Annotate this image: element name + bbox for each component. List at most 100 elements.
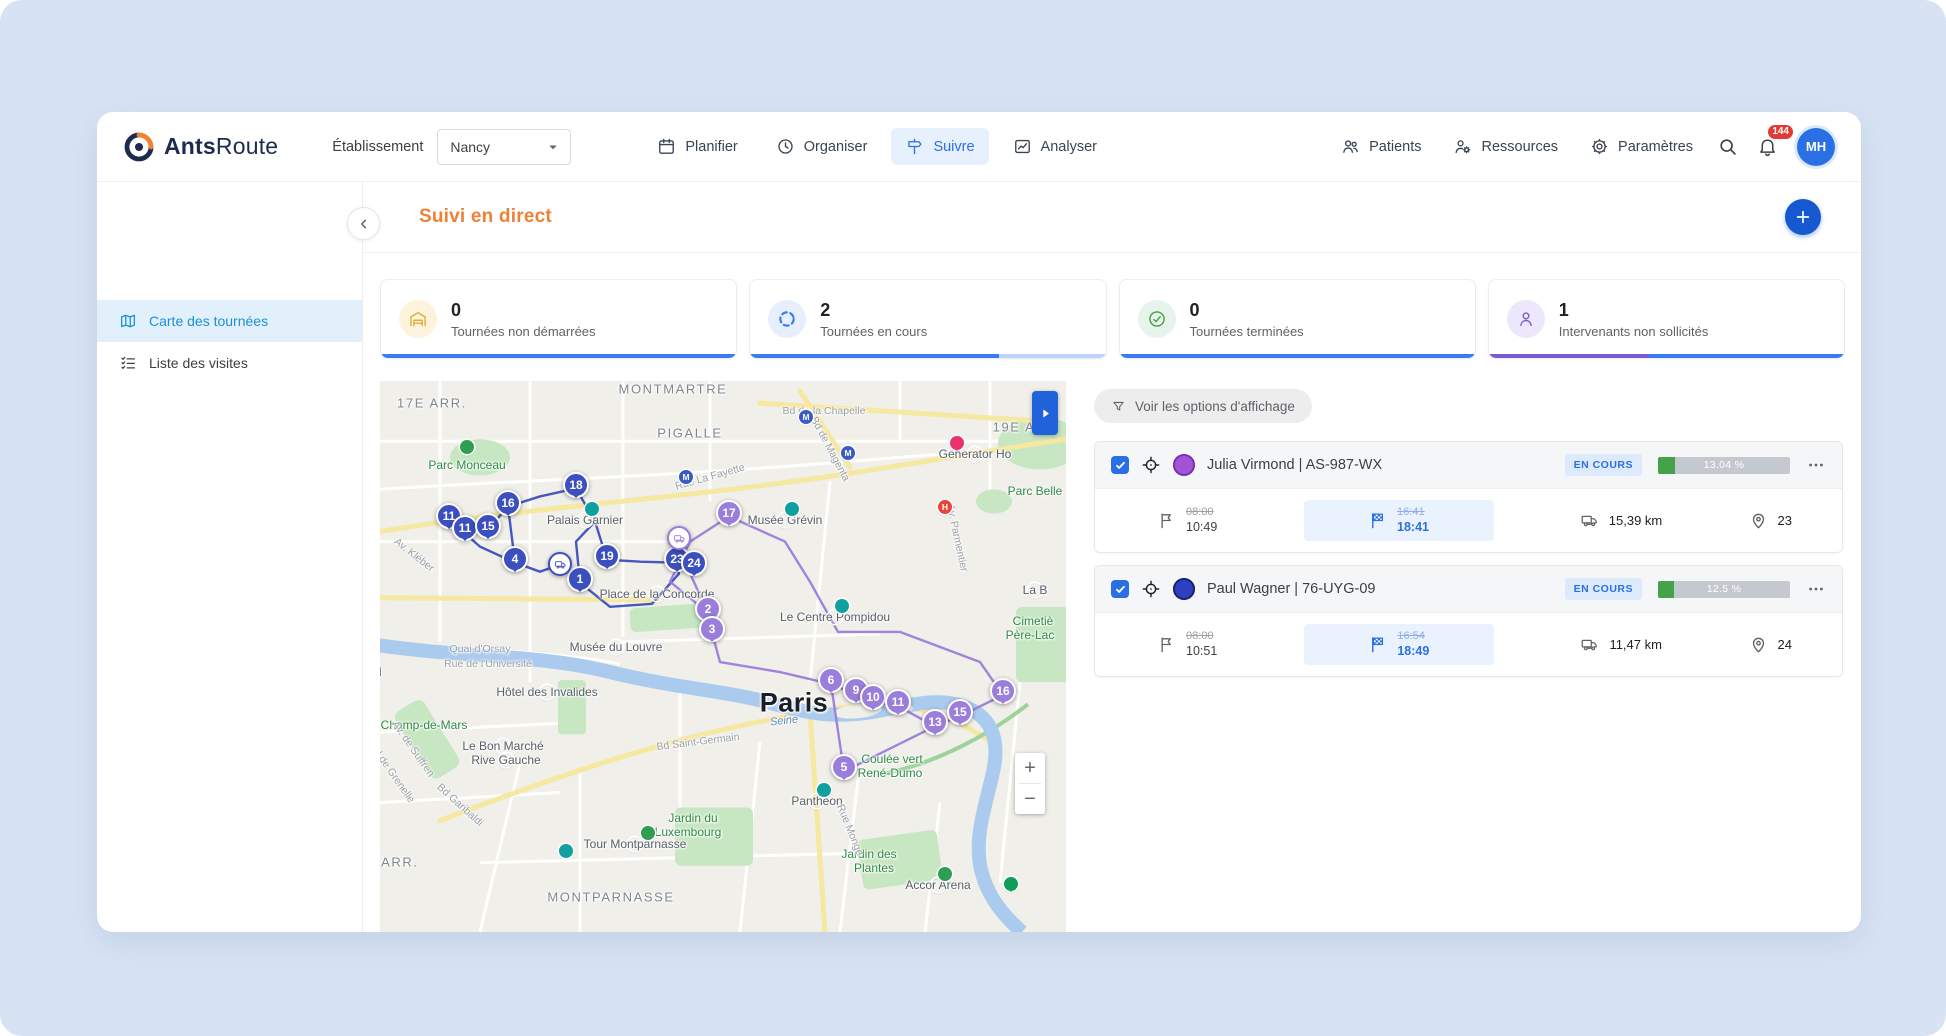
progress-label: 13.04 % [1658,457,1790,474]
notifications-button[interactable]: 144 [1747,127,1787,167]
map-marker-purple-15[interactable]: 15 [947,699,973,725]
nav-item-organiser[interactable]: Organiser [762,128,882,165]
end-time: 16:4118:41 [1304,500,1494,541]
panel-expand-button[interactable] [1032,391,1058,435]
establishment-dropdown[interactable]: Nancy [437,129,571,165]
map-region[interactable]: 17E ARR.MONTMARTREPIGALLE19E AMONTPARNAS… [380,381,1066,932]
page-header: Suivi en direct [363,182,1861,253]
map-poi-metro-icon: M [841,446,855,460]
map-label: Bd Saint-Germain [656,731,740,753]
nav-item-param-tres[interactable]: Paramètres [1576,128,1707,165]
map-marker-purple-6[interactable]: 6 [818,667,844,693]
map-label: Le Centre Pompidou [828,610,842,624]
map-label: Generator Ho [968,447,982,461]
map-zoom-control: + − [1015,753,1045,814]
antsroute-logo-icon [123,131,155,163]
stat-card-intervenants-non-sollicit-s: 1Intervenants non sollicités [1488,279,1845,359]
stat-value: 1 [1559,300,1709,321]
route-checkbox[interactable] [1111,580,1129,598]
map-poi-green-icon [938,867,952,881]
map-marker-purple-17[interactable]: 17 [716,500,742,526]
map-label: Av. Parmentier [944,503,970,572]
map-label: Plantes [854,861,894,875]
more-options-icon[interactable] [1806,579,1826,599]
map-marker-purple-10[interactable]: 10 [860,684,886,710]
map-label: Père-Lac [1006,628,1055,642]
routes-panel: Voir les options d'affichage Julia Virmo… [1094,381,1845,932]
map-label: La B [1028,583,1042,597]
nav-item-suivre[interactable]: Suivre [891,128,988,165]
start-time-planned: 08:00 [1186,630,1217,644]
map-poi-teal-icon [835,599,849,613]
map-marker-blue-19[interactable]: 19 [594,543,620,569]
map-marker-purple-5[interactable]: 5 [831,754,857,780]
nav-item-analyser[interactable]: Analyser [999,128,1111,165]
progress-bar: 13.04 % [1658,457,1790,474]
nav-item-planifier[interactable]: Planifier [643,128,751,165]
distance-value: 11,47 km [1609,637,1662,652]
map-label: 19E A [993,420,1036,435]
vehicle-marker-purple[interactable] [667,526,691,550]
map-marker-purple-13[interactable]: 13 [922,709,948,735]
people-icon [1341,137,1360,156]
nav-label: Planifier [685,139,737,155]
spinner-icon [768,300,806,338]
stats-row: 0Tournées non démarrées2Tournées en cour… [380,279,1845,359]
nav-item-patients[interactable]: Patients [1327,128,1435,165]
map-label: Av. Kléber [392,536,437,575]
sidebar-item-liste-des-visites[interactable]: Liste des visites [97,342,362,384]
map-poi-green-icon [460,440,474,454]
map-marker-purple-3[interactable]: 3 [699,616,725,642]
zoom-in-button[interactable]: + [1015,753,1045,783]
route-name: Julia Virmond | AS-987-WX [1207,457,1553,473]
stops-value: 23 [1778,513,1792,528]
clock-icon [776,137,795,156]
search-button[interactable] [1707,127,1747,167]
route-detail: 08:0010:4916:4118:4115,39 km23 [1095,488,1842,552]
more-options-icon[interactable] [1806,455,1826,475]
stops-count: 24 [1749,635,1792,654]
flag-check-icon [1368,635,1387,654]
map-marker-blue-18[interactable]: 18 [563,472,589,498]
locate-icon[interactable] [1141,579,1161,599]
stat-label: Tournées non démarrées [451,324,596,339]
map-label: Le Bon Marché [496,739,510,753]
route-list: Julia Virmond | AS-987-WXEN COURS13.04 %… [1094,441,1843,677]
zoom-out-button[interactable]: − [1015,784,1045,814]
map-marker-blue-4[interactable]: 4 [502,546,528,572]
content-area: Carte des tournées Liste des visites Suiv… [97,182,1861,932]
nav-label: Paramètres [1618,139,1693,155]
main-nav: Planifier OrganiserSuivre Analyser [643,128,1111,165]
sidebar-item-label: Carte des tournées [149,313,268,329]
back-button[interactable] [347,207,380,240]
map-label: Hôtel des Invalides [540,685,554,699]
display-options-button[interactable]: Voir les options d'affichage [1094,389,1312,423]
secondary-nav: PatientsRessources Paramètres [1327,128,1707,165]
sidebar-item-carte-des-tourn-es[interactable]: Carte des tournées [97,300,362,342]
map-marker-blue-24[interactable]: 24 [681,550,707,576]
route-checkbox[interactable] [1111,456,1129,474]
check-circle-icon [1138,300,1176,338]
page-title: Suivi en direct [419,206,552,228]
add-button[interactable] [1785,199,1821,235]
driver-avatar [1173,578,1195,600]
establishment-value: Nancy [450,139,490,155]
map-marker-blue-15[interactable]: 15 [475,513,501,539]
map-label: Musée du Louvre [609,640,623,654]
locate-icon[interactable] [1141,455,1161,475]
map-marker-blue-11[interactable]: 11 [452,515,478,541]
establishment-label: Établissement [332,139,423,155]
map-label: Rive Gauche [499,753,513,767]
map-marker-purple-16[interactable]: 16 [990,678,1016,704]
map-marker-blue-1[interactable]: 1 [567,566,593,592]
workspace: 17E ARR.MONTMARTREPIGALLE19E AMONTPARNAS… [380,381,1845,932]
user-avatar[interactable]: MH [1797,128,1835,166]
vehicle-marker-blue[interactable] [548,552,572,576]
nav-item-ressources[interactable]: Ressources [1439,128,1572,165]
map-pin-icon [1749,635,1768,654]
map-poi-teal-icon [817,783,831,797]
map-label: Musée Grévin [778,513,792,527]
map-marker-blue-16[interactable]: 16 [495,490,521,516]
map-marker-purple-11[interactable]: 11 [885,689,911,715]
map-label: MONTMARTRE [619,382,728,397]
